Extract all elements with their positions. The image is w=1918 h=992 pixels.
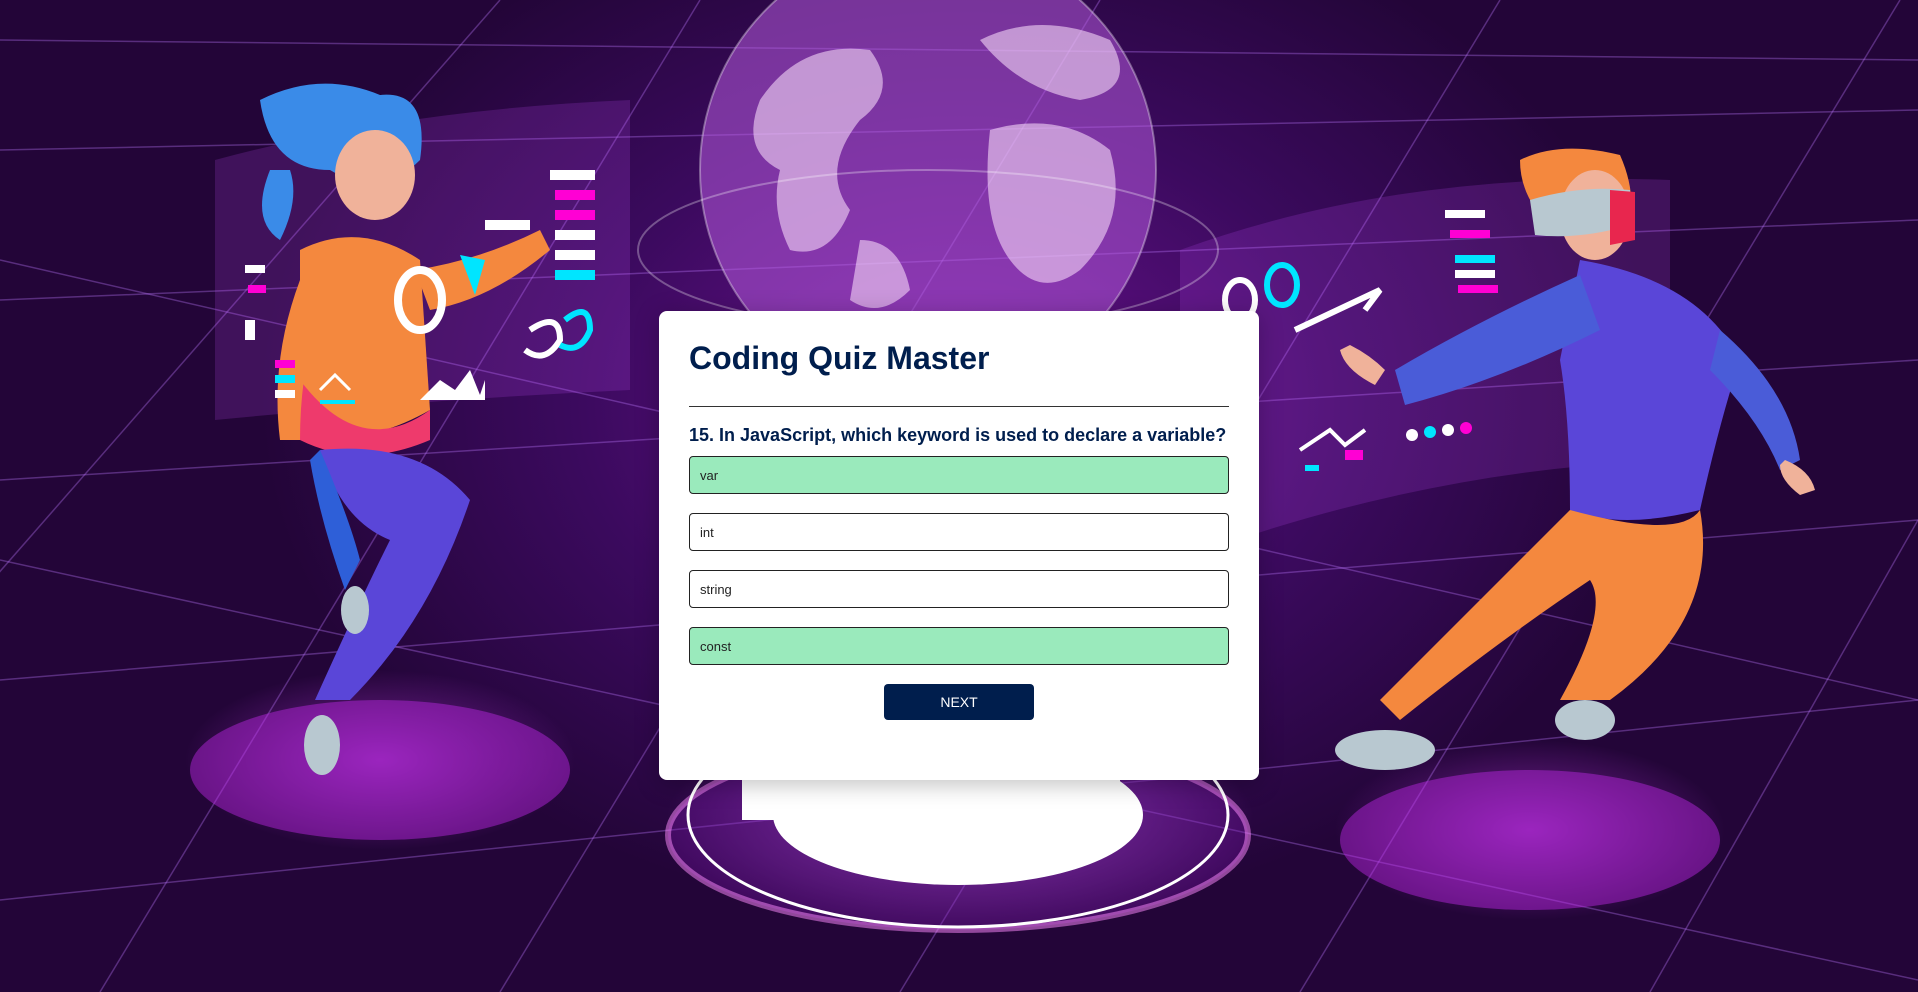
title-divider [689,406,1229,408]
answer-option-int[interactable]: int [689,513,1229,552]
answer-list: var int string const [689,456,1229,666]
next-container: NEXT [689,684,1229,721]
quiz-title: Coding Quiz Master [689,340,990,376]
right-pedestal [1340,770,1720,910]
question-text: 15. In JavaScript, which keyword is used… [689,425,1227,446]
answer-option-const[interactable]: const [689,627,1229,666]
next-button[interactable]: NEXT [884,684,1034,721]
answer-option-var[interactable]: var [689,456,1229,495]
left-pedestal [190,700,570,840]
quiz-card: Coding Quiz Master 15. In JavaScript, wh… [659,311,1259,780]
answer-option-string[interactable]: string [689,570,1229,609]
